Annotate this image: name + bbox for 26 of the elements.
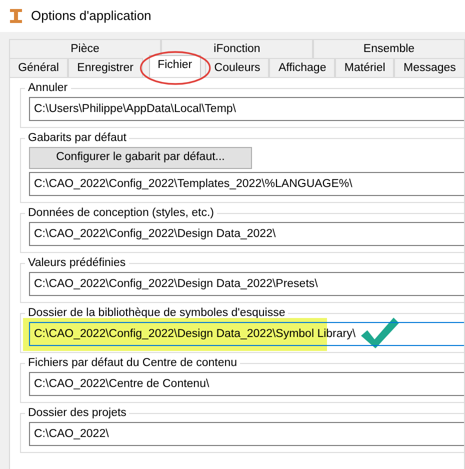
tab[interactable]: Ensemble (313, 39, 465, 58)
path-field[interactable]: C:\CAO_2022\Config_2022\Templates_2022\%LANGUAGE%\ (29, 172, 464, 196)
path-field[interactable]: C:\CAO_2022\ (29, 422, 464, 446)
tab[interactable]: Fichier (148, 55, 202, 77)
tab[interactable]: Messages (394, 58, 465, 77)
group-label: Dossier des projets (27, 406, 128, 421)
path-field[interactable]: C:\Users\Philippe\AppData\Local\Temp\ (29, 97, 464, 121)
path-field[interactable]: C:\CAO_2022\Centre de Contenu\ (29, 372, 464, 396)
group-label: Fichiers par défaut du Centre de contenu (27, 356, 238, 371)
tab[interactable]: iFonction (161, 39, 313, 58)
group-label: Annuler (27, 81, 69, 96)
app-icon (9, 8, 23, 24)
tab[interactable]: Couleurs (205, 58, 270, 77)
tab[interactable]: Général (9, 58, 68, 77)
path-field[interactable]: C:\CAO_2022\Config_2022\Design Data_2022\Presets\ (29, 272, 464, 296)
tab[interactable]: Enregistrer (68, 58, 143, 77)
configure-button[interactable]: Configurer le gabarit par défaut... (29, 147, 252, 169)
window-title: Options d'application (31, 7, 152, 26)
group-label: Données de conception (styles, etc.) (27, 206, 216, 221)
tab[interactable]: Pièce (9, 39, 161, 58)
group-label: Valeurs prédéfinies (27, 256, 127, 271)
path-field[interactable]: C:\CAO_2022\Config_2022\Design Data_2022\ (29, 222, 464, 246)
tab[interactable]: Matériel (335, 58, 394, 77)
tab[interactable]: Affichage (269, 58, 336, 77)
group-label: Gabarits par défaut (27, 131, 128, 146)
group-label: Dossier de la bibliothèque de symboles d'esquisse (27, 306, 286, 321)
